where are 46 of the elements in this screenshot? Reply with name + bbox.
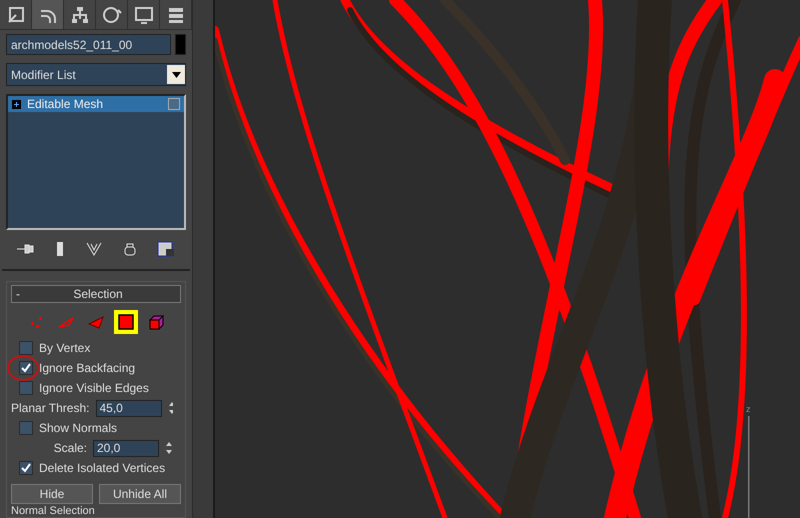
selection-level-button[interactable] — [114, 310, 138, 334]
pin-icon[interactable] — [16, 242, 35, 255]
caret-icon — [172, 72, 180, 78]
checkbox[interactable] — [19, 461, 33, 475]
color-swatch[interactable] — [175, 34, 186, 56]
cube-icon — [148, 314, 164, 330]
rollout-button[interactable]: Hide — [11, 484, 93, 504]
option-label: Show Normals — [39, 421, 118, 435]
section-title: Normal Selection — [11, 506, 96, 517]
checkbox[interactable] — [19, 421, 33, 435]
spinner-arrows-icon[interactable] — [165, 441, 173, 455]
square-icon — [118, 314, 134, 330]
monitor-icon — [134, 4, 154, 25]
checkbox[interactable] — [19, 361, 33, 375]
edge-icon — [57, 315, 75, 329]
spinner-label: Scale: — [54, 441, 87, 455]
checkbox[interactable] — [19, 381, 33, 395]
configure-icon[interactable] — [157, 240, 176, 257]
spinner-field[interactable]: 20,0 — [93, 440, 159, 456]
checkbox[interactable] — [19, 341, 33, 355]
plus-icon — [12, 100, 21, 109]
panel-tab[interactable] — [32, 0, 64, 30]
hierarchy-icon — [70, 4, 90, 25]
axis-label: z — [746, 404, 750, 414]
motion-icon — [102, 4, 122, 25]
rollout-button[interactable]: Unhide All — [99, 484, 181, 504]
object-name-field[interactable]: archmodels52_011_00 — [6, 34, 171, 56]
checkbox-icon — [168, 98, 180, 110]
checkmark-icon — [21, 463, 31, 473]
create-icon — [6, 4, 26, 25]
spinner-label: Planar Thresh: — [11, 401, 90, 415]
checkmark-icon — [21, 363, 31, 373]
pipe-icon[interactable] — [56, 240, 64, 257]
lock-icon[interactable] — [124, 242, 136, 256]
spinner-field[interactable]: 45,0 — [96, 400, 162, 416]
modifier-list-dropdown[interactable]: Modifier List — [6, 63, 186, 86]
option-label: Delete Isolated Vertices — [39, 461, 166, 475]
vertex-icon — [30, 316, 42, 328]
spinner-arrows-icon[interactable] — [168, 401, 173, 415]
triangle-icon — [87, 315, 105, 329]
rollout-header[interactable]: - Selection — [11, 285, 181, 303]
option-label: Ignore Backfacing — [39, 361, 136, 375]
stack-item[interactable]: Editable Mesh — [8, 96, 184, 112]
option-label: By Vertex — [39, 341, 90, 355]
funnel-icon[interactable] — [86, 242, 102, 256]
option-label: Ignore Visible Edges — [39, 381, 149, 395]
